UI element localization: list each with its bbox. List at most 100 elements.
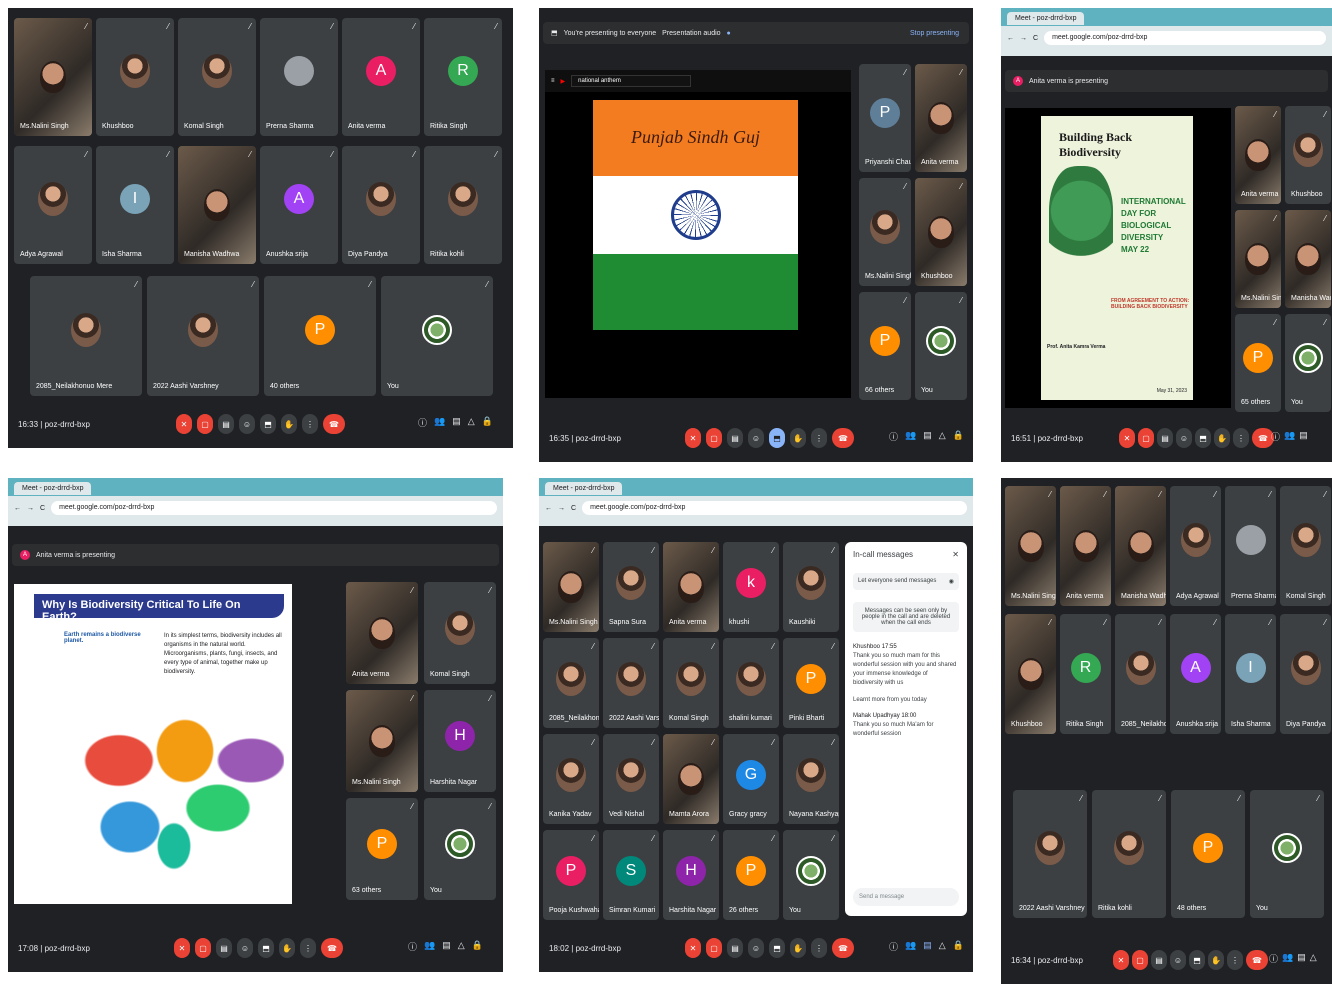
back-icon[interactable]: ← — [14, 505, 21, 512]
participant-tile[interactable]: ⁄ Mamta Arora — [663, 734, 719, 824]
participant-tile[interactable]: ⁄ Ritika kohli — [1092, 790, 1166, 918]
participant-tile[interactable]: ⁄ You — [424, 798, 496, 900]
participant-tile[interactable]: S ⁄ Simran Kumari — [603, 830, 659, 920]
activities-icon[interactable]: △ — [1310, 952, 1317, 965]
participant-tile[interactable]: P ⁄ Pooja Kushwaha — [543, 830, 599, 920]
leave-call-button[interactable]: ☎ — [832, 938, 854, 958]
emoji-button[interactable]: ☺ — [748, 428, 764, 448]
chat-permission-toggle[interactable]: ◉ — [949, 578, 954, 585]
participant-tile[interactable]: ⁄ Manisha Wadhwa — [1285, 210, 1331, 308]
chat-icon[interactable]: ▤ — [452, 416, 461, 429]
present-button[interactable]: ⬒ — [769, 428, 785, 448]
participant-tile[interactable]: ⁄ Ms.Nalini Singh — [14, 18, 92, 136]
participant-tile[interactable]: ⁄ Komal Singh — [178, 18, 256, 136]
info-icon[interactable]: ⓘ — [418, 416, 427, 429]
participant-tile[interactable]: ⁄ Kaushiki — [783, 542, 839, 632]
participant-tile[interactable]: P ⁄ 63 others — [346, 798, 418, 900]
camera-off-button[interactable]: ▢ — [195, 938, 211, 958]
participant-tile[interactable]: P ⁄ 48 others — [1171, 790, 1245, 918]
browser-tab[interactable]: Meet - poz-drrd-bxp — [545, 481, 623, 495]
participant-tile[interactable]: P ⁄ Priyanshi Chauh... — [859, 64, 911, 172]
participant-tile[interactable]: ⁄ Adya Agrawal — [1170, 486, 1221, 606]
participant-tile[interactable]: ⁄ You — [1250, 790, 1324, 918]
captions-button[interactable]: ▤ — [727, 428, 743, 448]
raise-hand-button[interactable]: ✋ — [1214, 428, 1230, 448]
participant-tile[interactable]: P ⁄ Pinki Bharti — [783, 638, 839, 728]
captions-button[interactable]: ▤ — [218, 414, 234, 434]
participant-tile[interactable]: k ⁄ khushi — [723, 542, 779, 632]
participant-tile[interactable]: H ⁄ Harshita Nagar — [424, 690, 496, 792]
participant-tile[interactable]: H ⁄ Harshita Nagar — [663, 830, 719, 920]
participant-tile[interactable]: P ⁄ 26 others — [723, 830, 779, 920]
participant-tile[interactable]: ⁄ Diya Pandya — [1280, 614, 1331, 734]
more-options-button[interactable]: ⋮ — [811, 938, 827, 958]
chat-icon[interactable]: ▤ — [923, 940, 932, 953]
emoji-button[interactable]: ☺ — [239, 414, 255, 434]
participant-tile[interactable]: ⁄ Ms.Nalini Singh — [1235, 210, 1281, 308]
participant-tile[interactable]: ⁄ Ms.Nalini Singh — [1005, 486, 1056, 606]
address-bar[interactable]: meet.google.com/poz-drrd-bxp — [1044, 31, 1326, 45]
participant-tile[interactable]: ⁄ Diya Pandya — [342, 146, 420, 264]
participant-tile[interactable]: ⁄ Ms.Nalini Singh — [346, 690, 418, 792]
forward-icon[interactable]: → — [27, 505, 34, 512]
captions-button[interactable]: ▤ — [727, 938, 743, 958]
participant-tile[interactable]: ⁄ 2085_Neilakhonuo Mere — [1115, 614, 1166, 734]
browser-tab[interactable]: Meet - poz-drrd-bxp — [1007, 11, 1085, 25]
camera-off-button[interactable]: ▢ — [706, 428, 722, 448]
participant-tile[interactable]: A ⁄ Anita verma — [342, 18, 420, 136]
raise-hand-button[interactable]: ✋ — [279, 938, 295, 958]
lock-icon[interactable]: 🔒 — [472, 940, 483, 953]
present-button[interactable]: ⬒ — [260, 414, 276, 434]
participant-tile[interactable]: ⁄ Ms.Nalini Singh — [859, 178, 911, 286]
present-button[interactable]: ⬒ — [1189, 950, 1205, 970]
info-icon[interactable]: ⓘ — [1269, 952, 1278, 965]
camera-off-button[interactable]: ▢ — [706, 938, 722, 958]
emoji-button[interactable]: ☺ — [1170, 950, 1186, 970]
forward-icon[interactable]: → — [558, 505, 565, 512]
participant-tile[interactable]: ⁄ Khushboo — [1005, 614, 1056, 734]
stop-presenting-button[interactable]: Stop presenting — [910, 30, 959, 37]
activities-icon[interactable]: △ — [468, 416, 475, 429]
audio-toggle-icon[interactable]: ● — [727, 30, 731, 37]
activities-icon[interactable]: △ — [939, 430, 946, 443]
participant-tile[interactable]: ⁄ Anita verma — [663, 542, 719, 632]
participant-tile[interactable]: ⁄ 2022 Aashi Varshn... — [603, 638, 659, 728]
participant-tile[interactable]: ⁄ 2085_Neilakhonu... — [543, 638, 599, 728]
activities-icon[interactable]: △ — [939, 940, 946, 953]
mic-off-button[interactable]: ✕ — [1119, 428, 1135, 448]
people-icon[interactable]: 👥 — [905, 430, 916, 443]
participant-tile[interactable]: ⁄ Komal Singh — [663, 638, 719, 728]
leave-call-button[interactable]: ☎ — [321, 938, 343, 958]
forward-icon[interactable]: → — [1020, 35, 1027, 42]
participant-tile[interactable]: ⁄ Manisha Wadhwa — [1115, 486, 1166, 606]
participant-tile[interactable]: ⁄ You — [783, 830, 839, 920]
participant-tile[interactable]: R ⁄ Ritika Singh — [424, 18, 502, 136]
captions-button[interactable]: ▤ — [216, 938, 232, 958]
address-bar[interactable]: meet.google.com/poz-drrd-bxp — [51, 501, 497, 515]
more-options-button[interactable]: ⋮ — [811, 428, 827, 448]
camera-off-button[interactable]: ▢ — [197, 414, 213, 434]
send-message-input[interactable]: Send a message — [853, 888, 959, 906]
participant-tile[interactable]: ⁄ Ms.Nalini Singh — [543, 542, 599, 632]
leave-call-button[interactable]: ☎ — [323, 414, 345, 434]
back-icon[interactable]: ← — [1007, 35, 1014, 42]
participant-tile[interactable]: ⁄ Anita verma — [346, 582, 418, 684]
chat-icon[interactable]: ▤ — [923, 430, 932, 443]
participant-tile[interactable]: ⁄ Khushboo — [915, 178, 967, 286]
captions-button[interactable]: ▤ — [1151, 950, 1167, 970]
participant-tile[interactable]: P ⁄ 40 others — [264, 276, 376, 396]
reload-icon[interactable]: C — [1033, 35, 1038, 42]
leave-call-button[interactable]: ☎ — [832, 428, 854, 448]
youtube-search-input[interactable]: national anthem — [571, 75, 692, 87]
chat-icon[interactable]: ▤ — [1299, 430, 1308, 443]
more-options-button[interactable]: ⋮ — [1227, 950, 1243, 970]
participant-tile[interactable]: ⁄ Anita verma — [1235, 106, 1281, 204]
participant-tile[interactable]: ⁄ 2022 Aashi Varshney — [1013, 790, 1087, 918]
participant-tile[interactable]: R ⁄ Ritika Singh — [1060, 614, 1111, 734]
emoji-button[interactable]: ☺ — [748, 938, 764, 958]
participant-tile[interactable]: ⁄ You — [1285, 314, 1331, 412]
participant-tile[interactable]: ⁄ Manisha Wadhwa — [178, 146, 256, 264]
participant-tile[interactable]: I ⁄ Isha Sharma — [96, 146, 174, 264]
participant-tile[interactable]: ⁄ Khushboo — [1285, 106, 1331, 204]
emoji-button[interactable]: ☺ — [237, 938, 253, 958]
